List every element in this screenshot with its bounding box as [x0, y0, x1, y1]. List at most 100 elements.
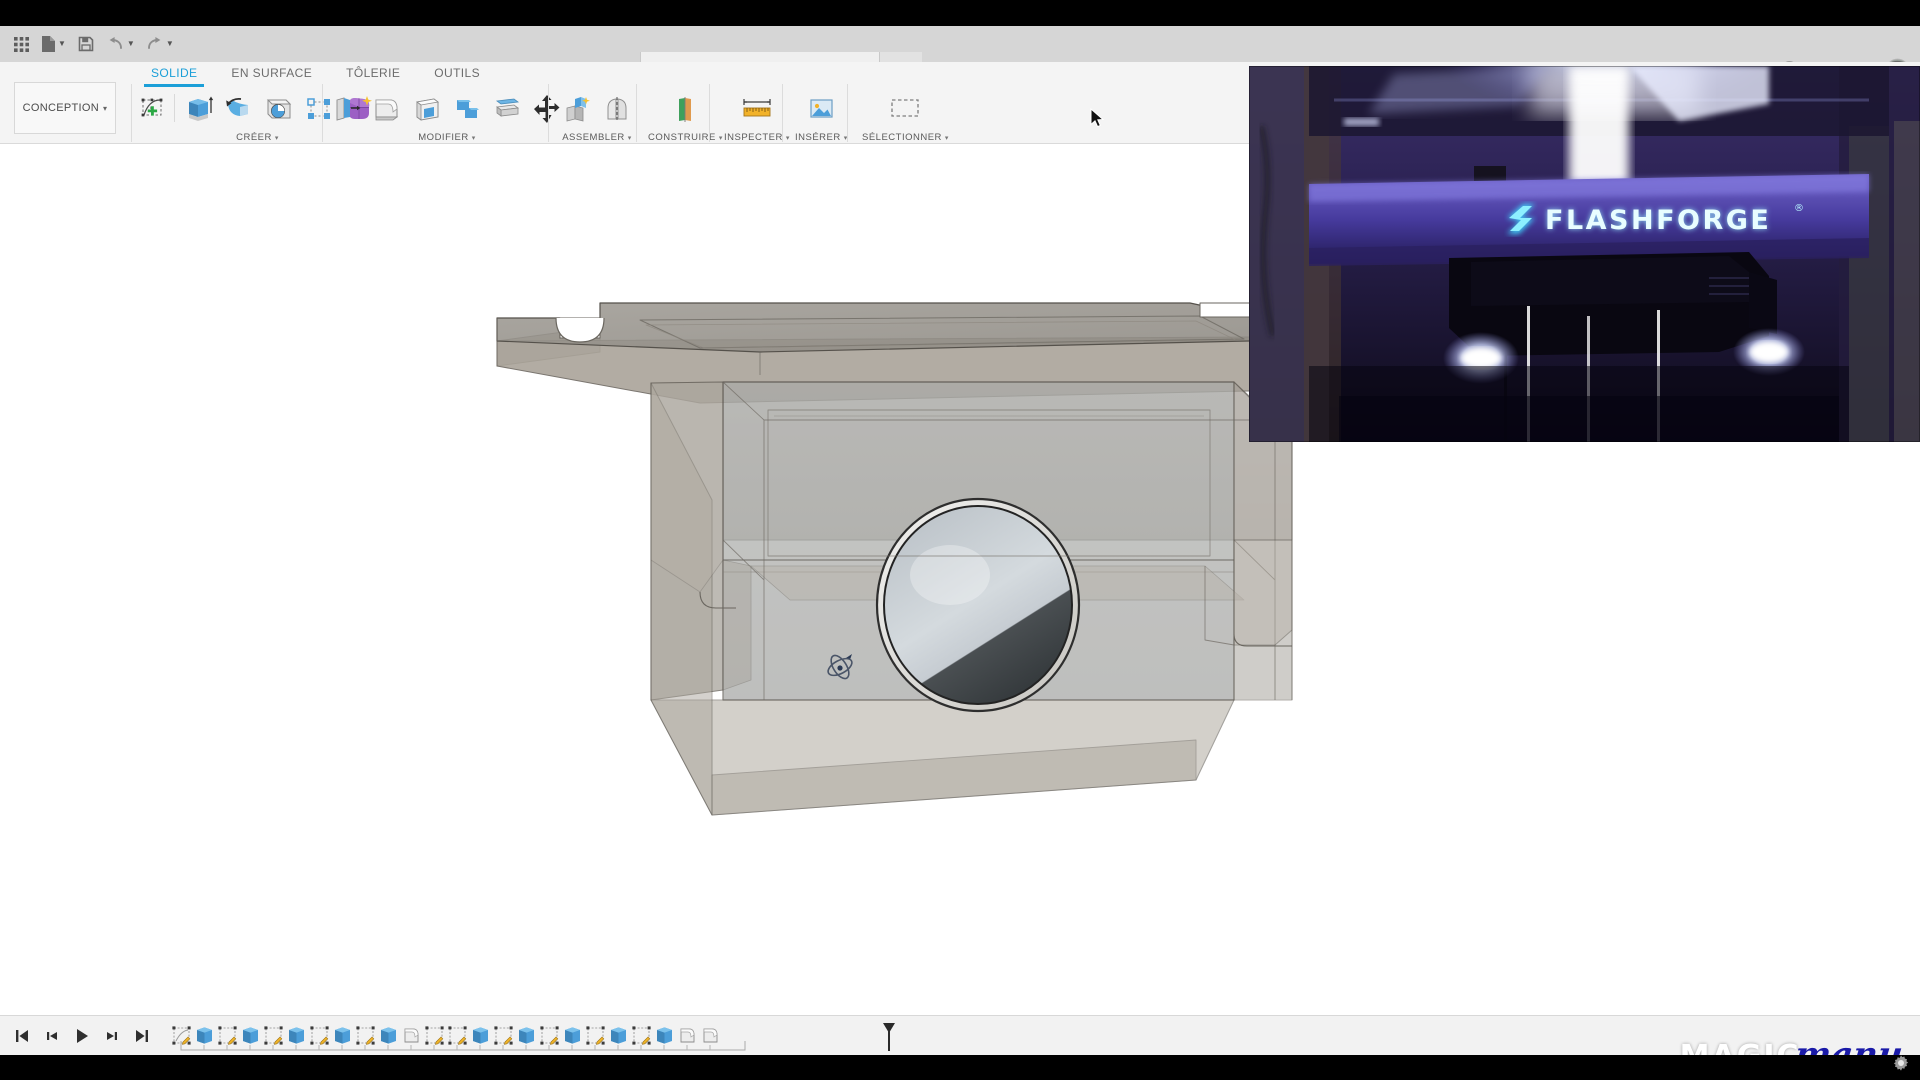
chevron-down-icon: ▾: [945, 134, 949, 142]
combine-icon: [452, 95, 482, 123]
panel-construire: CONSTRUIRE ▾: [648, 88, 723, 143]
save-button[interactable]: [71, 26, 101, 62]
press-pull-button[interactable]: [328, 90, 366, 128]
press-pull-icon: [332, 94, 362, 124]
extrude-icon: [184, 94, 214, 124]
registered-mark: ®: [1794, 203, 1804, 214]
workspace-label: CONCEPTION: [23, 102, 99, 114]
tab-en-surface[interactable]: EN SURFACE: [214, 62, 329, 84]
chevron-down-icon: ▾: [275, 134, 279, 142]
chevron-down-icon: ▾: [786, 134, 790, 142]
redo-button[interactable]: ▼: [140, 26, 179, 62]
offset-face-icon: [492, 96, 522, 122]
panel-title-creer: CRÉER: [236, 132, 272, 143]
measure-button[interactable]: [738, 90, 776, 128]
go-to-end-button[interactable]: [132, 1026, 152, 1046]
new-component-button[interactable]: [558, 90, 596, 128]
insert-component-button[interactable]: [802, 90, 840, 128]
fillet-button[interactable]: [368, 90, 406, 128]
file-icon: [41, 35, 56, 53]
step-back-button[interactable]: [42, 1026, 62, 1046]
chevron-down-icon: ▾: [472, 134, 476, 142]
timeline-ruler: [180, 1040, 746, 1051]
panel-assembler: ASSEMBLER ▾: [558, 88, 636, 143]
grid-icon: [13, 36, 30, 53]
skip-forward-icon: [135, 1029, 149, 1043]
fillet-icon: [372, 95, 402, 123]
quick-access-toolbar: ▼ ▼ ▼: [0, 26, 179, 62]
panel-title-assembler: ASSEMBLER: [562, 132, 625, 143]
revolve-icon: [224, 95, 254, 123]
revolve-button[interactable]: [220, 90, 258, 128]
panel-inserer: INSÉRER ▾: [795, 88, 848, 143]
timeline-settings-button[interactable]: [1892, 1054, 1910, 1077]
design-timeline: [0, 1015, 1920, 1055]
timeline-end-marker[interactable]: [882, 1022, 896, 1057]
timeline-playback-controls: [0, 1026, 152, 1046]
ribbon-tab-strip: SOLIDE EN SURFACE TÔLERIE OUTILS: [134, 62, 497, 84]
app-grid-button[interactable]: [6, 26, 36, 62]
step-forward-icon: [105, 1029, 119, 1043]
title-bar: ▼ ▼ ▼: [0, 26, 1920, 62]
offset-plane-button[interactable]: [666, 90, 704, 128]
play-button[interactable]: [72, 1026, 92, 1046]
step-back-icon: [45, 1029, 59, 1043]
play-icon: [74, 1028, 90, 1044]
sketch-plus-icon: [139, 95, 167, 123]
chevron-down-icon: ▾: [719, 134, 723, 142]
flashforge-brand-text: FLASHFORGE: [1545, 205, 1771, 236]
extrude-button[interactable]: [180, 90, 218, 128]
mouse-cursor: [1090, 108, 1106, 130]
printer-video-frame: FLASHFORGE FLASHFORGE ®: [1249, 66, 1920, 442]
chevron-down-icon: ▾: [103, 104, 107, 113]
tab-tolerie[interactable]: TÔLERIE: [329, 62, 417, 84]
fusion-application-window: ▼ ▼ ▼: [0, 0, 1920, 1080]
redo-arrow-icon: [145, 36, 164, 52]
new-component-icon: [562, 95, 592, 123]
offset-face-button[interactable]: [488, 90, 526, 128]
shell-button[interactable]: [408, 90, 446, 128]
panel-label-selectionner[interactable]: SÉLECTIONNER ▾: [862, 132, 949, 143]
create-sketch-button[interactable]: [137, 90, 169, 128]
panel-label-construire[interactable]: CONSTRUIRE ▾: [648, 132, 723, 143]
ruler-icon: [740, 96, 774, 122]
letterbox-bottom: [0, 1055, 1920, 1080]
undo-button[interactable]: ▼: [101, 26, 140, 62]
tab-outils[interactable]: OUTILS: [417, 62, 497, 84]
panel-label-inserer[interactable]: INSÉRER ▾: [795, 132, 848, 143]
panel-title-selectionner: SÉLECTIONNER: [862, 132, 942, 143]
undo-arrow-icon: [106, 36, 125, 52]
timeline-feature-track[interactable]: [170, 1016, 722, 1056]
go-to-beginning-button[interactable]: [12, 1026, 32, 1046]
letterbox-top: [0, 0, 1920, 26]
panel-label-inspecter[interactable]: INSPECTER ▾: [724, 132, 790, 143]
panel-label-creer[interactable]: CRÉER ▾: [236, 132, 279, 143]
panel-selectionner: SÉLECTIONNER ▾: [862, 88, 949, 143]
save-icon: [78, 36, 94, 52]
panel-title-modifier: MODIFIER: [418, 132, 468, 143]
plane-axis-icon: [670, 95, 700, 123]
sweep-icon: [264, 94, 294, 124]
insert-image-icon: [806, 96, 836, 122]
panel-inspecter: INSPECTER ▾: [724, 88, 790, 143]
panel-label-modifier[interactable]: MODIFIER ▾: [418, 132, 475, 143]
joint-icon: [602, 95, 632, 123]
combine-button[interactable]: [448, 90, 486, 128]
workspace-selector[interactable]: CONCEPTION ▾: [14, 82, 116, 134]
select-tool-button[interactable]: [886, 90, 924, 128]
chevron-down-icon: ▼: [127, 40, 135, 48]
panel-label-assembler[interactable]: ASSEMBLER ▾: [562, 132, 632, 143]
chevron-down-icon: ▼: [58, 40, 66, 48]
step-forward-button[interactable]: [102, 1026, 122, 1046]
panel-title-inserer: INSÉRER: [795, 132, 841, 143]
gear-icon: [1892, 1054, 1910, 1072]
tab-solide[interactable]: SOLIDE: [134, 62, 214, 84]
history-marker-icon: [882, 1022, 896, 1052]
skip-back-icon: [15, 1029, 29, 1043]
sweep-button[interactable]: [260, 90, 298, 128]
shell-icon: [412, 95, 442, 123]
flashforge-printer-video-overlay[interactable]: FLASHFORGE FLASHFORGE ®: [1249, 66, 1920, 442]
panel-title-construire: CONSTRUIRE: [648, 132, 716, 143]
joint-button[interactable]: [598, 90, 636, 128]
file-menu-button[interactable]: ▼: [36, 26, 71, 62]
